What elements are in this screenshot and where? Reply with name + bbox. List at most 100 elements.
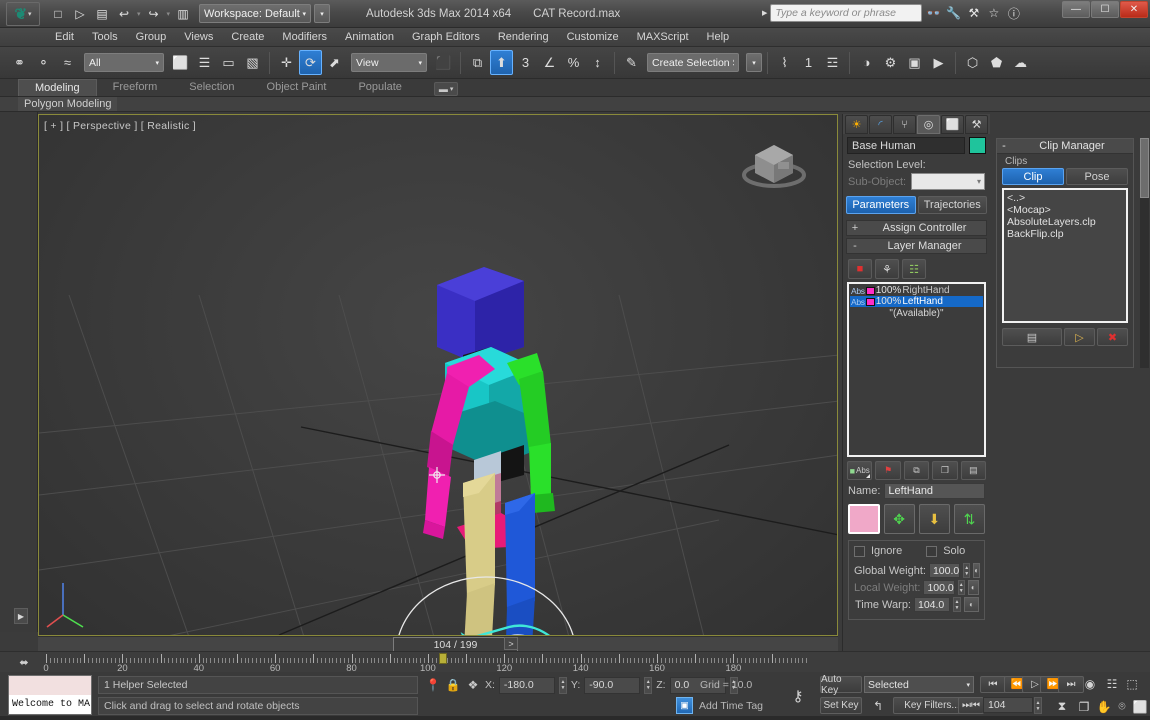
schematic-view-icon[interactable]: 1 xyxy=(797,50,820,75)
local-weight-animate-button[interactable]: ◐ xyxy=(967,580,979,595)
list-item[interactable]: <..> xyxy=(1007,192,1123,204)
key-filter-selection-combo[interactable]: Selected ▾ xyxy=(864,676,974,693)
global-weight-input[interactable]: 100.0 xyxy=(928,563,961,578)
open-explorer-icon[interactable]: ⬟ xyxy=(985,50,1008,75)
time-slider-bar[interactable]: < 104 / 199 > xyxy=(38,636,838,652)
tab-freeform[interactable]: Freeform xyxy=(97,79,174,96)
frame-spinner[interactable]: ▲ ▼ xyxy=(1034,697,1042,714)
open-file-button[interactable]: ▷ xyxy=(70,4,90,24)
tab-modeling[interactable]: Modeling xyxy=(18,79,97,96)
list-item[interactable]: AbsoluteLayers.clp xyxy=(1007,216,1123,228)
clip-manager-titlebar[interactable]: - Clip Manager xyxy=(997,139,1133,154)
chevron-right-icon[interactable]: ▶ xyxy=(762,9,767,17)
save-file-button[interactable]: ▤ xyxy=(92,4,112,24)
use-pivot-point-center-icon[interactable]: ⬛ xyxy=(432,50,455,75)
rectangular-selection-region-icon[interactable]: ▭ xyxy=(217,50,240,75)
utilities-tab[interactable]: ⚒ xyxy=(965,115,988,134)
clip-manager-scrollbar[interactable] xyxy=(1140,138,1149,368)
material-editor-icon[interactable]: ◑ xyxy=(855,50,878,75)
motion-tab[interactable]: ◎ xyxy=(917,115,940,134)
set-key-layer-button[interactable]: ⚑ xyxy=(875,461,901,480)
layer-color-chip[interactable] xyxy=(865,286,875,295)
curve-editor-icon[interactable]: ⌇ xyxy=(773,50,796,75)
render-production-icon[interactable]: ▶ xyxy=(927,50,950,75)
isolation-selection-icon[interactable]: 📍 xyxy=(425,676,441,694)
ribbon-overflow-button[interactable]: ▬ ▾ xyxy=(433,82,459,96)
unlink-selection-icon[interactable]: ⚬ xyxy=(32,50,55,75)
close-button[interactable]: ✕ xyxy=(1120,1,1148,18)
angle-snap-toggle-icon[interactable]: ∠ xyxy=(538,50,561,75)
list-item[interactable]: BackFlip.clp xyxy=(1007,228,1123,240)
favorites-star-icon[interactable]: ☆ xyxy=(985,6,1002,20)
lock-selection-icon[interactable]: 🔒 xyxy=(445,676,461,694)
project-folder-icon[interactable]: ⬡ xyxy=(961,50,984,75)
tab-parameters[interactable]: Parameters xyxy=(846,196,916,214)
scrollbar-thumb[interactable] xyxy=(1140,138,1149,198)
clip-list[interactable]: <..> <Mocap> AbsoluteLayers.clp BackFlip… xyxy=(1002,188,1128,323)
subtab-polygon-modeling[interactable]: Polygon Modeling xyxy=(18,97,118,111)
copy-layer-button[interactable]: ⧉ xyxy=(903,461,930,480)
menu-item-maxscript[interactable]: MAXScript xyxy=(628,28,698,47)
menu-item-tools[interactable]: Tools xyxy=(83,28,127,47)
hierarchy-tab[interactable]: ⑂ xyxy=(893,115,916,134)
undo-dropdown-icon[interactable]: ▾ xyxy=(136,10,142,18)
clip-manager-collapse-icon[interactable]: - xyxy=(997,140,1011,152)
create-selection-set-combo[interactable]: Create Selection Set xyxy=(647,53,739,72)
key-mode-toggle-icon[interactable]: ⚷ xyxy=(786,684,810,708)
align-icon[interactable]: ⬆ xyxy=(490,50,513,75)
move-layer-button[interactable]: ✥ xyxy=(883,504,915,534)
menu-item-rendering[interactable]: Rendering xyxy=(489,28,558,47)
x-spinner[interactable]: ▲ ▼ xyxy=(558,676,567,694)
percent-snap-toggle-icon[interactable]: % xyxy=(562,50,585,75)
add-time-tag-icon[interactable]: ▣ xyxy=(676,697,693,714)
menu-item-edit[interactable]: Edit xyxy=(46,28,83,47)
list-item[interactable]: Abs 100% RightHand xyxy=(850,285,983,296)
zoom-view-icon[interactable]: ❐ xyxy=(1074,697,1094,716)
layer-updown-button[interactable]: ⇅ xyxy=(953,504,986,534)
track-bar[interactable]: ⬌ 0 20 40 60 80 100 120 140 160 180 xyxy=(0,651,1150,674)
collapse-layers-button[interactable]: ▤ xyxy=(960,461,987,480)
auto-key-button[interactable]: Auto Key xyxy=(820,674,862,696)
key-mode-icon[interactable]: ◉ xyxy=(1080,674,1100,693)
tab-selection[interactable]: Selection xyxy=(173,79,250,96)
spinner-snap-toggle-icon[interactable]: ↕ xyxy=(586,50,609,75)
help-icon[interactable]: ⓘ xyxy=(1005,5,1022,22)
set-key-button[interactable]: Set Key xyxy=(820,697,862,714)
gutter-expand-button[interactable]: ▶ xyxy=(14,608,28,624)
redo-button[interactable]: ↪ xyxy=(144,4,164,24)
select-and-scale-icon[interactable]: ⬈ xyxy=(323,50,346,75)
search-input[interactable]: Type a keyword or phrase xyxy=(770,4,923,22)
zoom-extents-icon[interactable]: ⬚ xyxy=(1122,674,1142,693)
display-tab[interactable]: ⬜ xyxy=(941,115,964,134)
application-menu-button[interactable]: ❦ ▾ xyxy=(6,1,40,26)
rollout-assign-controller[interactable]: + Assign Controller xyxy=(846,220,987,236)
selection-set-dropdown-button[interactable]: ▾ xyxy=(746,53,762,72)
mirror-icon[interactable]: ⧉ xyxy=(466,50,489,75)
layer-color-button[interactable] xyxy=(848,504,880,534)
current-frame-input[interactable]: 104 xyxy=(983,697,1033,713)
workspace-selector[interactable]: Workspace: Default ▾ xyxy=(199,4,312,23)
redo-dropdown-icon[interactable]: ▾ xyxy=(166,10,172,18)
object-name-field[interactable]: Base Human xyxy=(847,137,965,154)
listener-input-pane[interactable]: Welcome to MA xyxy=(9,695,91,714)
timeline-playhead[interactable] xyxy=(439,653,448,664)
select-and-rotate-icon[interactable]: ⟳ xyxy=(299,50,322,75)
adjustment-layer-icon[interactable]: ⚘ xyxy=(875,259,899,279)
global-weight-animate-button[interactable]: ◐ xyxy=(973,563,981,578)
select-and-move-icon[interactable]: ✛ xyxy=(275,50,298,75)
open-mini-curve-editor-icon[interactable]: ⬌ xyxy=(16,655,32,670)
workspace-dropdown-button[interactable]: ▾ xyxy=(314,4,331,23)
rendered-frame-window-icon[interactable]: ▣ xyxy=(903,50,926,75)
y-coordinate-input[interactable]: -90.0 xyxy=(584,676,641,694)
select-by-name-icon[interactable]: ☰ xyxy=(193,50,216,75)
absolute-relative-toggle-icon[interactable]: ❖ xyxy=(465,676,481,694)
set-key-mode-icon[interactable]: ↰ xyxy=(866,697,890,714)
menu-item-modifiers[interactable]: Modifiers xyxy=(273,28,336,47)
y-spinner[interactable]: ▲ ▼ xyxy=(644,676,653,694)
snaps-toggle-icon[interactable]: 3 xyxy=(514,50,537,75)
time-config-icon[interactable]: ☷ xyxy=(1102,674,1122,693)
select-and-link-icon[interactable]: ⚭ xyxy=(8,50,31,75)
global-weight-spinner[interactable]: ▲ ▼ xyxy=(963,563,971,578)
goto-start-button[interactable]: ⏮ xyxy=(980,676,1006,693)
local-weight-spinner[interactable]: ▲ ▼ xyxy=(957,580,965,595)
